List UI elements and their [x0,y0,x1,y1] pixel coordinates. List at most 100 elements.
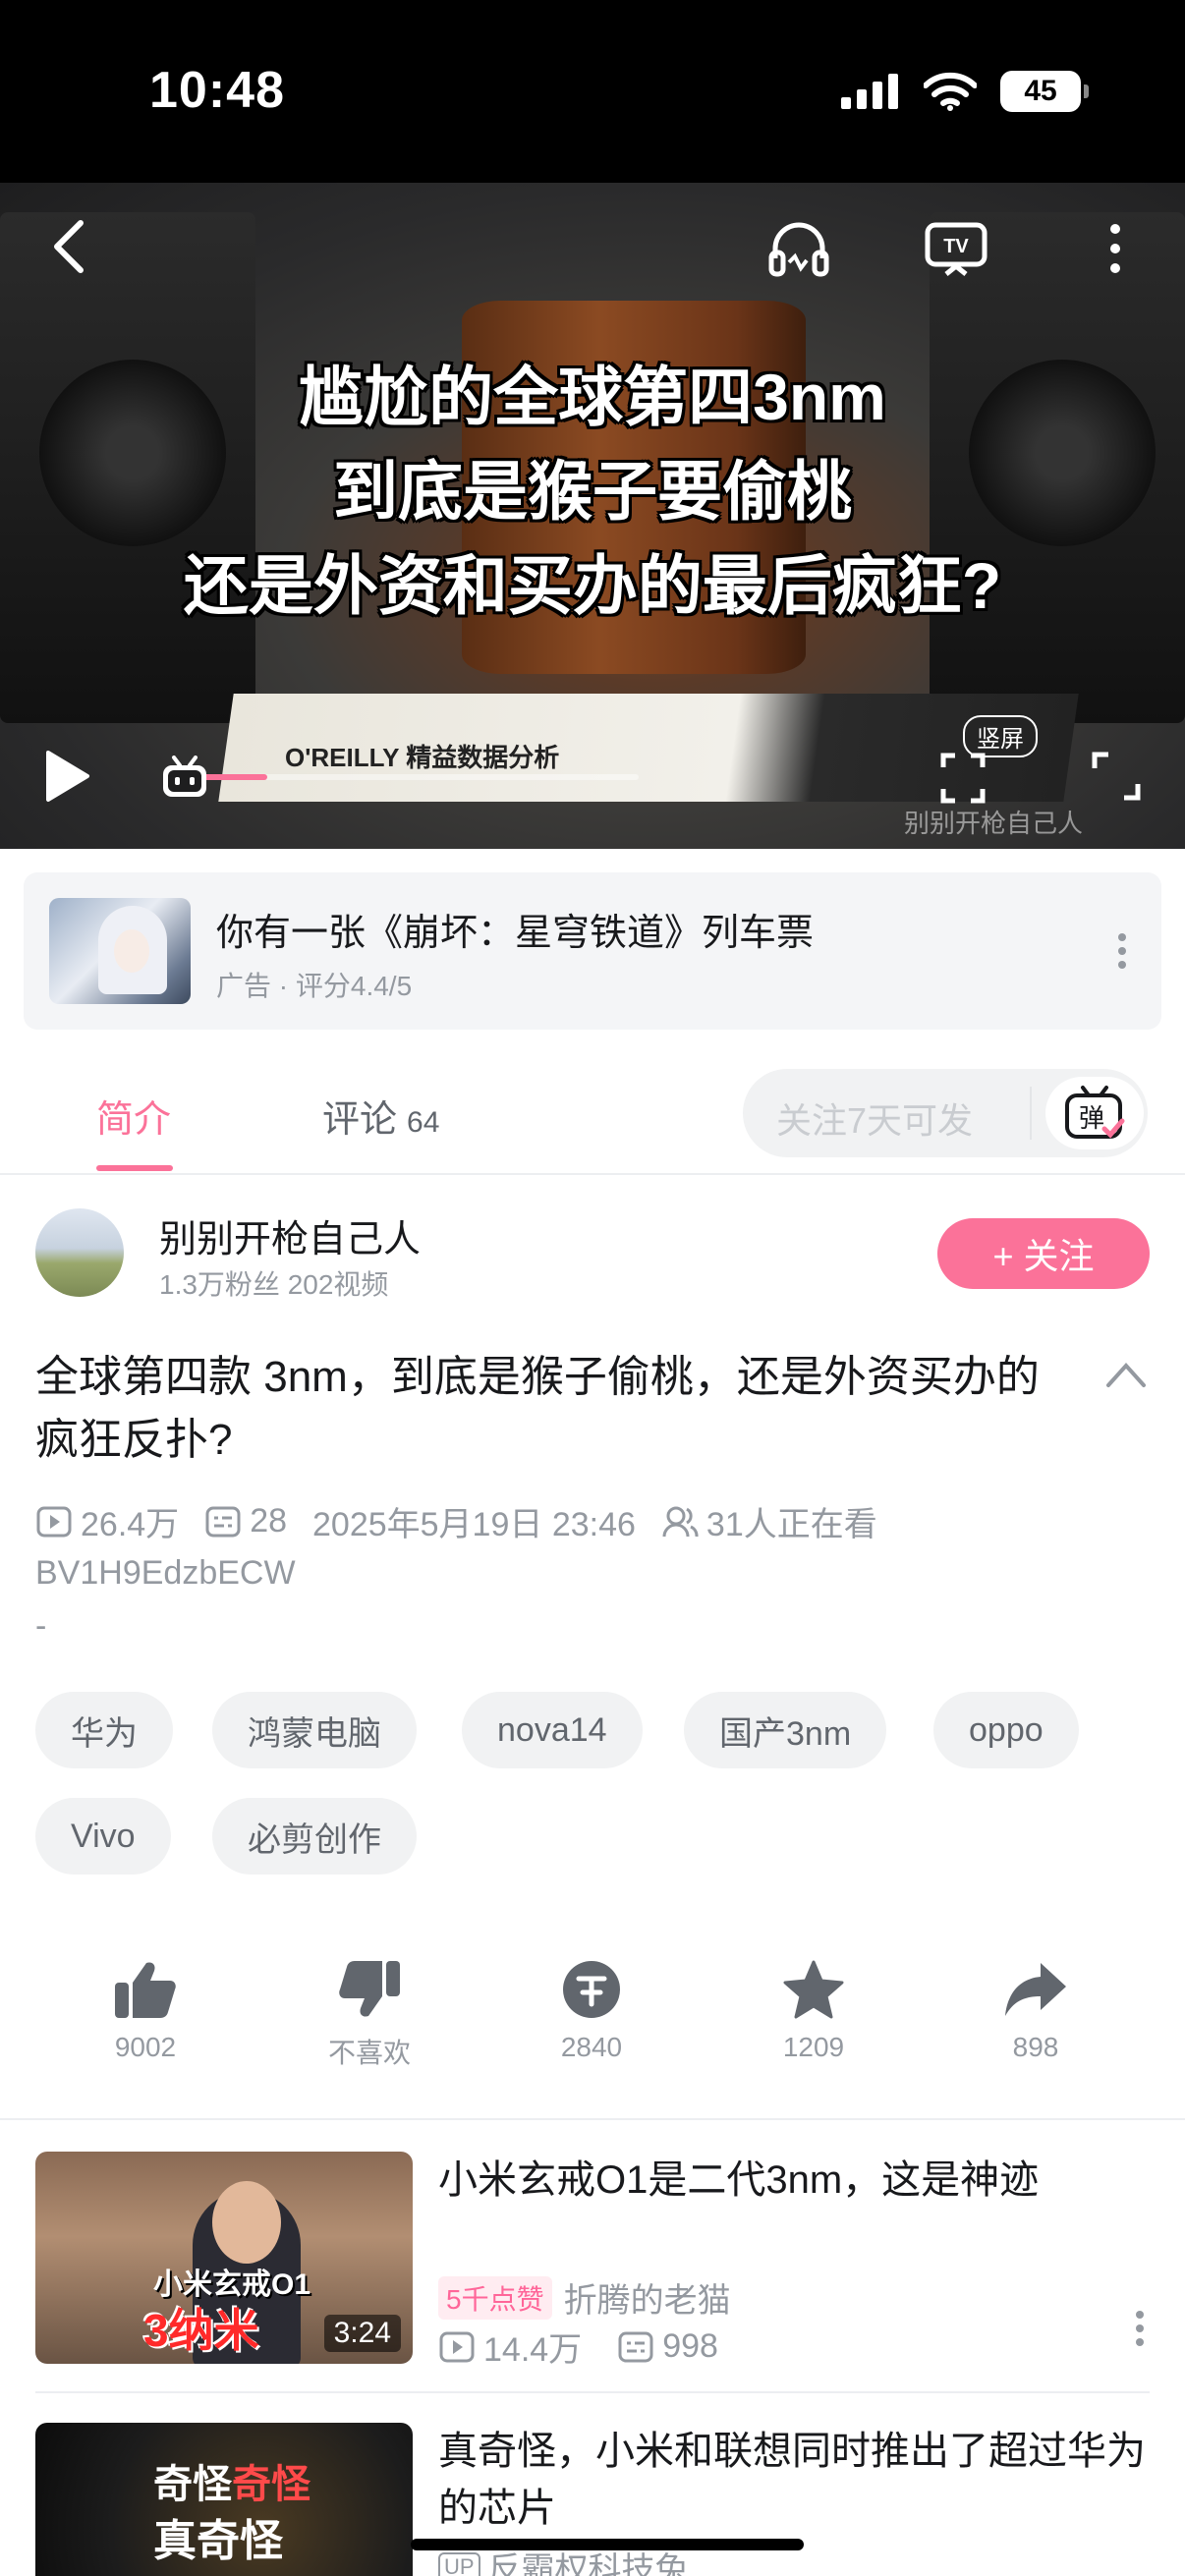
svg-text:TV: TV [943,236,969,257]
fullscreen-icon [1092,752,1141,801]
tab-comments-label: 评论 [322,1099,398,1141]
likes-badge: 5千点赞 [438,2275,552,2320]
ad-meta: 广告 · 评分4.4/5 [216,971,413,1001]
follow-button[interactable]: + 关注 [937,1218,1150,1289]
tag[interactable]: 华为 [35,1692,173,1768]
tab-comments[interactable]: 评论 64 [322,1089,439,1143]
uploader-name[interactable]: 别别开枪自己人 [159,1208,421,1262]
video-player[interactable]: O'REILLY 精益数据分析 尴尬的全球第四3nm 到底是猴子要偷桃 还是外资… [0,183,1185,849]
tag[interactable]: oppo [933,1692,1079,1768]
coin-icon [563,1961,620,2018]
book-label: O'REILLY 精益数据分析 [285,743,560,772]
favorite-count: 1209 [782,2032,845,2062]
cellular-signal-icon [841,74,898,109]
recommended-uploader-row: 5千点赞 折腾的老猫 [438,2273,731,2322]
battery-level: 45 [1024,75,1057,107]
tv-cast-icon: TV [925,222,988,276]
watching-icon [662,1506,699,1537]
video-title: 全球第四款 3nm，到底是猴子偷桃，还是外资买办的疯狂反扑? [35,1353,1040,1464]
battery-indicator: 45 [1000,71,1089,112]
bvid[interactable]: BV1H9EdzbECW [35,1554,296,1593]
share-button[interactable]: 898 [967,1959,1104,2063]
tab-intro[interactable]: 简介 [96,1089,171,1143]
up-badge-icon: UP [438,2551,480,2576]
share-count: 898 [1012,2032,1059,2062]
bilibili-tv-icon [163,756,206,797]
ad-title: 你有一张《崩坏：星穹铁道》列车票 [216,913,815,954]
thumbnail-caption: 奇怪奇怪 [153,2452,310,2509]
more-vertical-icon[interactable] [1130,2309,1150,2348]
recommended-uploader: 折腾的老猫 [563,2282,731,2320]
play-count-icon [36,1506,72,1537]
chevron-up-icon[interactable] [1104,1360,1148,1389]
watching-count: 31人正在看 [705,1506,877,1543]
more-vertical-icon [1110,224,1120,273]
wifi-icon [924,72,977,111]
play-icon [46,751,89,802]
ad-card[interactable]: 你有一张《崩坏：星穹铁道》列车票 广告 · 评分4.4/5 [24,872,1161,1030]
progress-thumb[interactable] [157,755,212,800]
play-button[interactable] [35,745,98,808]
uploader-avatar[interactable] [35,1208,124,1297]
tag[interactable]: 必剪创作 [212,1798,417,1875]
headphones-icon [768,222,829,277]
danmaku-toggle-button[interactable]: 弹 [1045,1077,1144,1149]
video-duration: 3:24 [323,2315,401,2352]
recommended-danmaku: 998 [662,2327,718,2365]
tag[interactable]: Vivo [35,1798,171,1875]
list-divider [35,2391,1150,2393]
chevron-left-icon [54,220,84,273]
cast-tv-button[interactable]: TV [920,212,992,285]
danmaku-count-icon [618,2331,653,2362]
tab-active-indicator [96,1165,173,1171]
play-count-icon [439,2331,475,2362]
more-options-button[interactable] [1091,212,1140,285]
recommended-stats: 14.4万 998 [438,2323,718,2371]
video-watermark: 别别开枪自己人 [904,809,1084,838]
thumbnail-caption-part: 奇怪 [153,2463,232,2506]
recommended-video[interactable]: 奇怪奇怪 真奇怪 真奇怪，小米和联想同时推出了超过华为的芯片 UP 反霸权科技兔 [35,2423,1150,2576]
status-icons: 45 [841,71,1089,112]
danmaku-count: 28 [250,1502,288,1540]
thumbnail-caption: 3纳米 [143,2305,259,2356]
thumbs-up-icon [115,1962,176,2018]
coin-button[interactable]: 2840 [523,1959,660,2063]
coin-count: 2840 [560,2032,623,2062]
portrait-mode-button[interactable] [931,747,994,810]
video-description: - [35,1607,47,1645]
dislike-button[interactable]: 不喜欢 [301,1959,438,2071]
fullscreen-button[interactable] [1089,749,1144,804]
thumbs-down-icon [339,1961,400,2017]
danmaku-icon-label: 弹 [1079,1104,1104,1134]
ad-more-icon[interactable] [1112,931,1132,971]
like-count: 9002 [114,2032,177,2062]
danmaku-input[interactable]: 关注7天可发 弹 [743,1069,1148,1157]
tag[interactable]: nova14 [462,1692,643,1768]
tag[interactable]: 鸿蒙电脑 [212,1692,417,1768]
thumbnail-caption-part: 奇怪 [232,2463,310,2506]
tag[interactable]: 国产3nm [684,1692,887,1768]
video-caption-line: 到底是猴子要偷桃 [333,455,852,528]
audio-mode-button[interactable] [762,212,835,285]
home-indicator [411,2539,804,2550]
recommended-thumbnail: 奇怪奇怪 真奇怪 [35,2423,413,2576]
video-caption-line: 还是外资和买办的最后疯狂? [183,549,1002,622]
progress-bar[interactable] [197,774,639,780]
favorite-button[interactable]: 1209 [745,1959,882,2063]
tab-bar: 简介 评论 64 关注7天可发 弹 [0,1053,1185,1175]
recommended-views: 14.4万 [483,2331,583,2369]
like-button[interactable]: 9002 [77,1959,214,2063]
video-caption-line: 尴尬的全球第四3nm [299,361,886,433]
recommended-thumbnail: 小米玄戒O1 3纳米 3:24 [35,2152,413,2364]
back-button[interactable] [39,212,98,281]
recommended-title: 小米玄戒O1是二代3nm，这是神迹 [438,2158,1040,2202]
recommended-title: 真奇怪，小米和联想同时推出了超过华为的芯片 [438,2430,1146,2530]
share-icon [1005,1963,1066,2016]
danmaku-placeholder: 关注7天可发 [776,1100,974,1141]
section-divider [0,2118,1185,2120]
danmaku-icon: 弹 [1065,1086,1125,1139]
recommended-video[interactable]: 小米玄戒O1 3纳米 3:24 小米玄戒O1是二代3nm，这是神迹 5千点赞 折… [35,2152,1150,2369]
status-bar: 10:48 45 [0,0,1185,183]
dislike-label: 不喜欢 [327,2038,411,2068]
publish-date: 2025年5月19日 23:46 [312,1506,636,1543]
